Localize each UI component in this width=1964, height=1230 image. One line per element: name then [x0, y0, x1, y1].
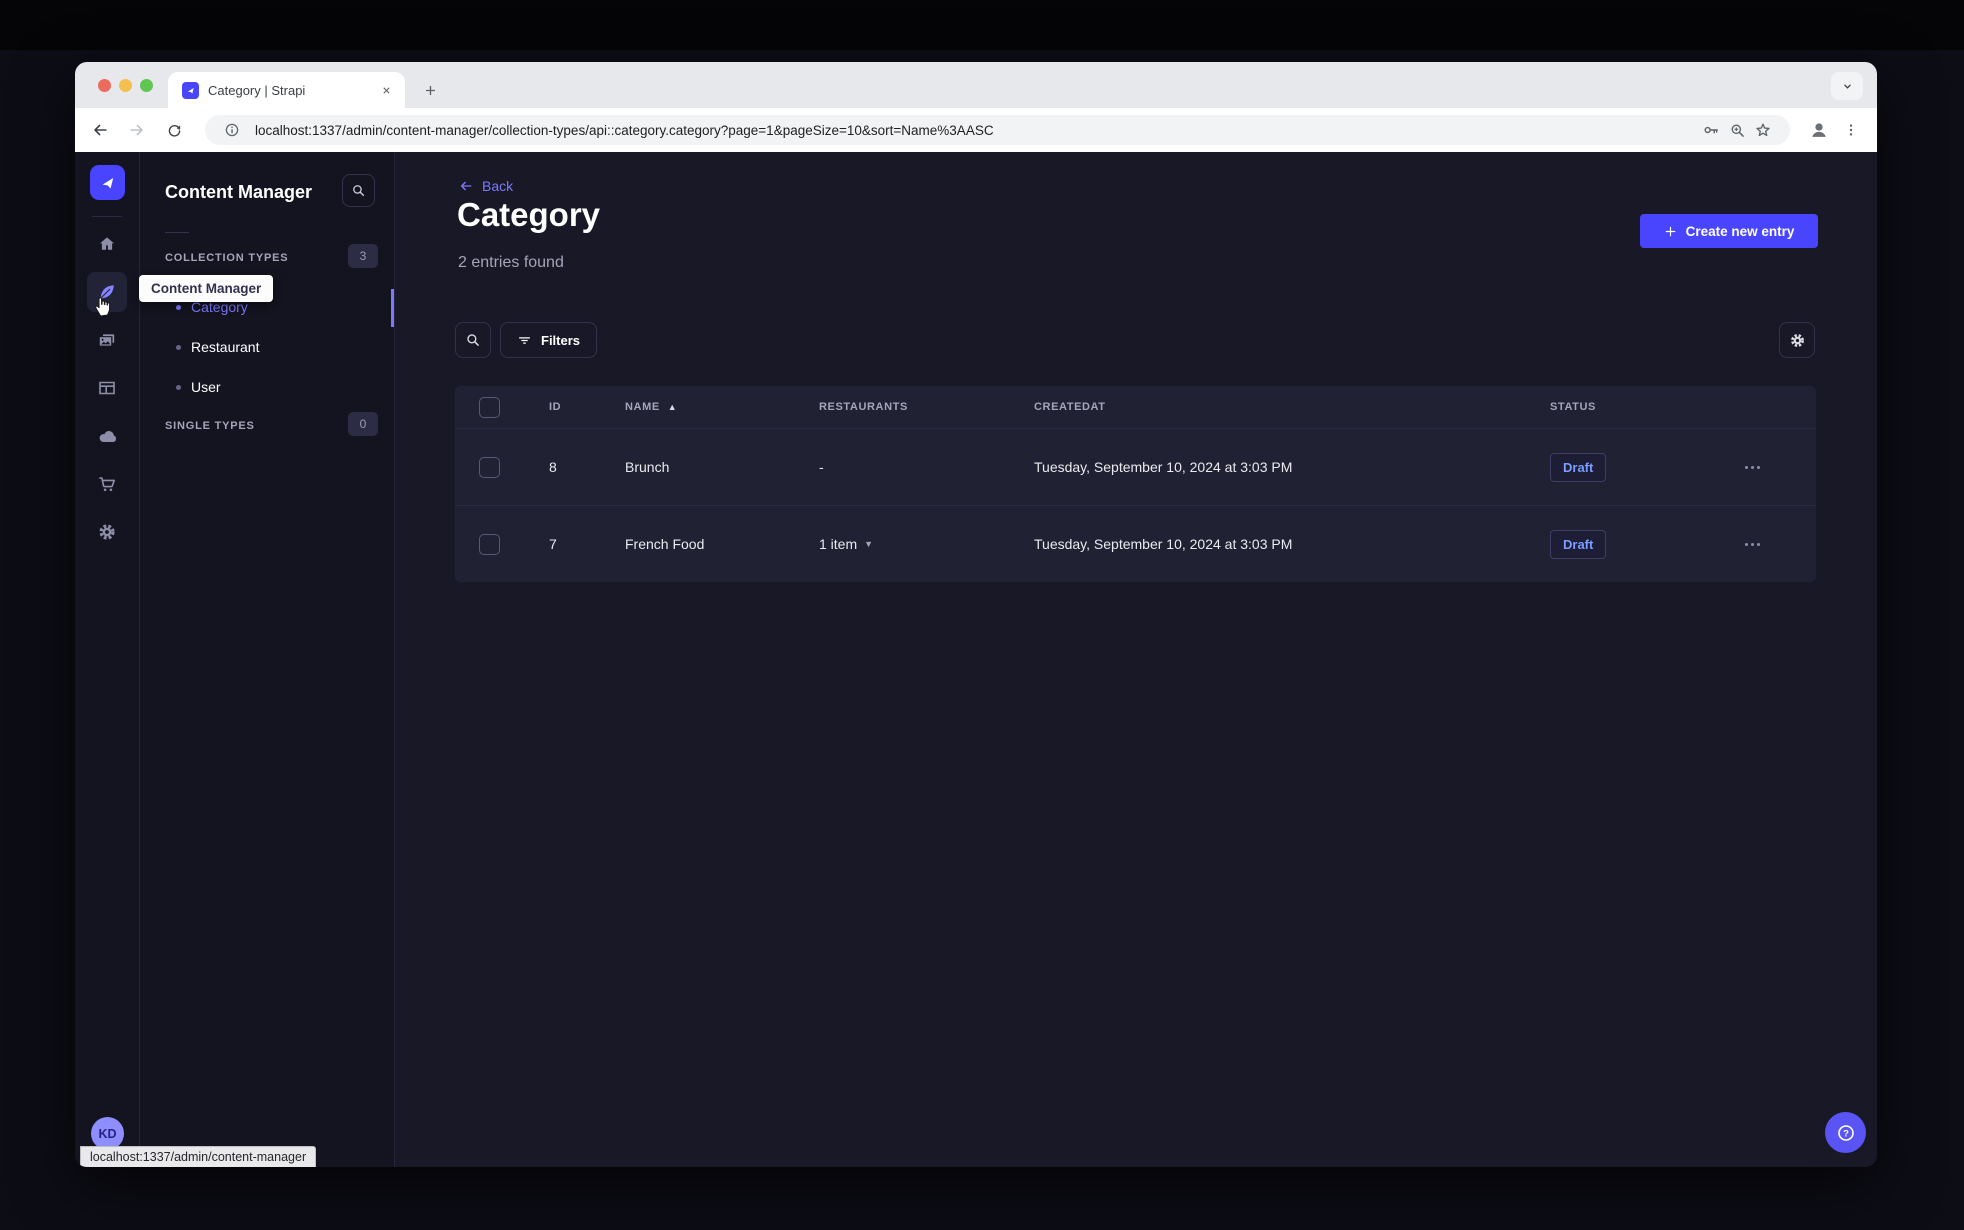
- rail-divider: [92, 216, 122, 217]
- expand-caret-icon: ▼: [864, 539, 874, 549]
- view-settings-gear-button[interactable]: [1779, 322, 1815, 358]
- row-checkbox[interactable]: [479, 533, 500, 555]
- url-bar[interactable]: localhost:1337/admin/content-manager/col…: [205, 115, 1790, 145]
- bullet-icon: [176, 384, 181, 390]
- help-button[interactable]: ?: [1825, 1112, 1866, 1153]
- browser-back-button[interactable]: [85, 115, 115, 145]
- header-name[interactable]: NAME ▲: [615, 401, 795, 413]
- subnav-item-restaurant[interactable]: Restaurant: [140, 327, 395, 367]
- cell-id: 7: [549, 536, 557, 552]
- row-actions-menu-icon[interactable]: [1745, 465, 1816, 469]
- cell-restaurants: -: [819, 459, 824, 475]
- settings-gear-icon[interactable]: [87, 512, 127, 552]
- subnav-divider: [165, 232, 189, 233]
- header-id[interactable]: ID: [525, 401, 615, 413]
- strapi-favicon-icon: [182, 81, 199, 99]
- maximize-window-button[interactable]: [140, 79, 153, 92]
- table-row[interactable]: 7 French Food 1 item ▼ Tuesday, Septembe…: [455, 505, 1816, 582]
- svg-text:?: ?: [1843, 1128, 1849, 1139]
- browser-profile-icon[interactable]: [1805, 116, 1833, 144]
- table-header-row: ID NAME ▲ RESTAURANTS CREATEDAT STATUS: [455, 386, 1816, 428]
- back-link[interactable]: Back: [458, 178, 513, 194]
- active-item-indicator: [391, 289, 394, 327]
- browser-toolbar: localhost:1337/admin/content-manager/col…: [75, 108, 1877, 152]
- collection-types-count-badge: 3: [348, 244, 378, 268]
- home-icon[interactable]: [87, 224, 127, 264]
- entries-table: ID NAME ▲ RESTAURANTS CREATEDAT STATUS 8…: [455, 386, 1816, 582]
- link-preview-statusbar: localhost:1337/admin/content-manager: [80, 1146, 317, 1167]
- cell-restaurants[interactable]: 1 item ▼: [795, 536, 1010, 552]
- page-title: Category: [457, 196, 601, 233]
- tab-close-icon[interactable]: [377, 81, 395, 99]
- zoom-icon[interactable]: [1724, 117, 1750, 143]
- status-badge: Draft: [1550, 529, 1607, 559]
- status-badge: Draft: [1550, 452, 1607, 482]
- strapi-logo[interactable]: [90, 165, 125, 200]
- desktop-background: [0, 0, 1964, 50]
- search-entries-button[interactable]: [455, 322, 491, 358]
- password-key-icon[interactable]: [1698, 117, 1724, 143]
- cell-name: French Food: [625, 536, 705, 552]
- cloud-icon[interactable]: [87, 416, 127, 456]
- filters-button[interactable]: Filters: [500, 322, 598, 358]
- row-actions-menu-icon[interactable]: [1745, 542, 1816, 546]
- header-restaurants[interactable]: RESTAURANTS: [795, 401, 1010, 413]
- entries-count: 2 entries found: [458, 254, 564, 271]
- content-manager-tooltip: Content Manager: [139, 275, 274, 302]
- collection-types-label: COLLECTION TYPES: [165, 252, 289, 264]
- subnav-search-button[interactable]: [342, 174, 375, 207]
- browser-window: Category | Strapi localhost:1337/admin/c…: [75, 62, 1877, 1167]
- header-createdat[interactable]: CREATEDAT: [1010, 401, 1530, 413]
- row-checkbox[interactable]: [479, 456, 500, 478]
- cell-name: Brunch: [625, 459, 670, 475]
- marketplace-cart-icon[interactable]: [87, 464, 127, 504]
- single-types-count-badge: 0: [348, 412, 378, 436]
- close-window-button[interactable]: [98, 79, 111, 92]
- single-types-label: SINGLE TYPES: [165, 420, 255, 432]
- new-tab-button[interactable]: [416, 76, 444, 104]
- bookmark-star-icon[interactable]: [1750, 117, 1776, 143]
- browser-reload-button[interactable]: [159, 115, 189, 145]
- sort-ascending-icon: ▲: [667, 402, 677, 412]
- cell-id: 8: [549, 459, 557, 475]
- tab-strip: Category | Strapi: [75, 62, 1877, 108]
- bullet-icon: [176, 344, 181, 350]
- cell-createdat: Tuesday, September 10, 2024 at 3:03 PM: [1034, 536, 1293, 552]
- bullet-icon: [176, 304, 181, 310]
- tab-search-chevron-icon[interactable]: [1831, 72, 1863, 100]
- header-status: STATUS: [1550, 401, 1596, 413]
- tab-title: Category | Strapi: [208, 82, 306, 98]
- subnav-item-user[interactable]: User: [140, 367, 395, 407]
- browser-forward-button[interactable]: [122, 115, 152, 145]
- browser-menu-kebab-icon[interactable]: [1837, 116, 1865, 144]
- cell-createdat: Tuesday, September 10, 2024 at 3:03 PM: [1034, 459, 1293, 475]
- strapi-admin: KD Content Manager COLLECTION TYPES 3 Ca…: [75, 152, 1877, 1167]
- content-type-builder-icon[interactable]: [87, 368, 127, 408]
- mouse-cursor: [91, 292, 115, 318]
- page-info-icon[interactable]: [219, 117, 245, 143]
- content-manager-subnav: Content Manager COLLECTION TYPES 3 Categ…: [140, 152, 395, 1167]
- create-new-entry-button[interactable]: Create new entry: [1640, 214, 1818, 248]
- subnav-title: Content Manager: [165, 182, 313, 202]
- main-content: Back Category 2 entries found Create new…: [395, 152, 1877, 1167]
- browser-tab[interactable]: Category | Strapi: [168, 72, 405, 108]
- url-text[interactable]: localhost:1337/admin/content-manager/col…: [255, 123, 1698, 138]
- media-library-icon[interactable]: [87, 320, 127, 360]
- minimize-window-button[interactable]: [119, 79, 132, 92]
- table-row[interactable]: 8 Brunch - Tuesday, September 10, 2024 a…: [455, 428, 1816, 505]
- select-all-checkbox[interactable]: [479, 396, 500, 418]
